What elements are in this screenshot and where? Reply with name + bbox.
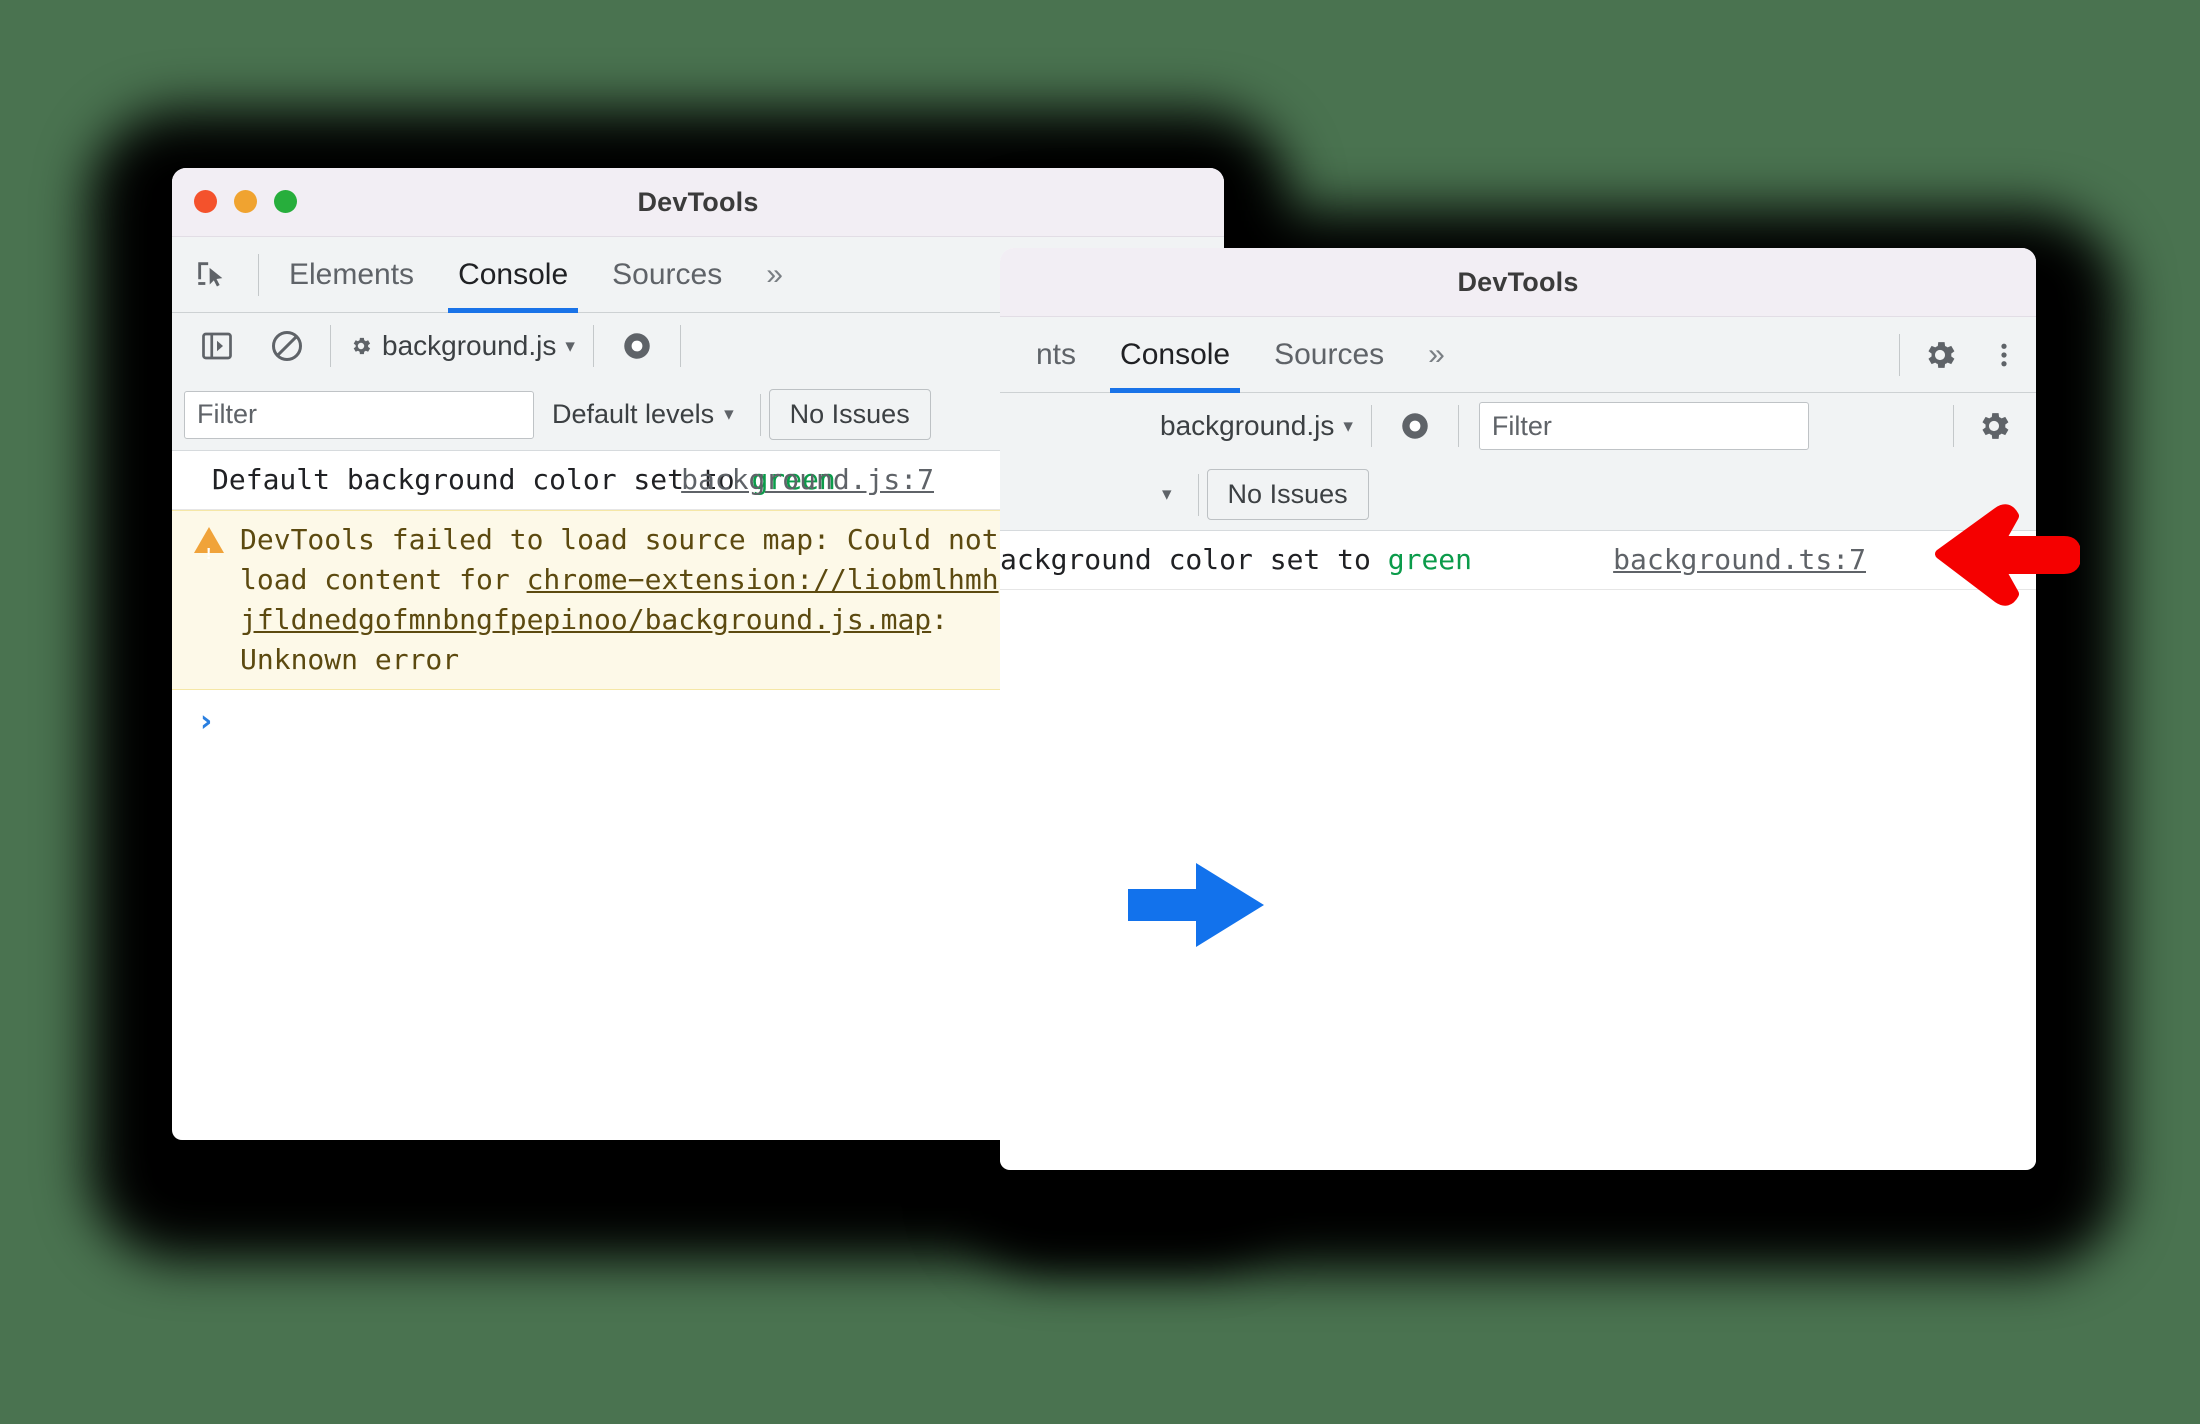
toolbar-divider <box>258 253 259 296</box>
console-toolbar-divider-2 <box>1457 405 1459 447</box>
log-level-selector[interactable]: ▾ <box>1162 483 1190 506</box>
tab-console[interactable]: Console <box>1098 317 1252 393</box>
source-map-link-part-2[interactable]: jfldnedgofmnbngfpepinoo/background.js.ma… <box>240 603 931 636</box>
clear-console-button[interactable] <box>252 313 322 379</box>
gear-small-icon <box>353 337 371 355</box>
log-text: Default background color set to <box>212 463 752 496</box>
tab-sources[interactable]: Sources <box>1252 317 1406 392</box>
gear-icon <box>1928 341 1955 368</box>
log-text: ackground color set to <box>1000 543 1388 576</box>
log-highlight: green <box>1387 543 1473 576</box>
red-arrow-right-window <box>1935 504 2080 606</box>
window-title: DevTools <box>1457 267 1579 297</box>
titlebar-right: DevTools <box>1000 248 2036 317</box>
console-toolbar-right: background.js ▾ Filter <box>1000 393 2036 459</box>
console-body-right: ackground color set to green background.… <box>1000 531 2036 1167</box>
devtools-window-right: DevTools nts Console Sources » backgroun… <box>1000 248 2036 1170</box>
tab-elements[interactable]: Elements <box>267 237 436 312</box>
filter-row-divider <box>1197 473 1199 516</box>
console-filter-input[interactable]: Filter <box>1478 402 1809 450</box>
chevron-down-icon: ▾ <box>565 335 575 357</box>
more-options-button[interactable] <box>1972 317 2036 392</box>
inspect-cursor-icon <box>198 261 223 286</box>
chevron-down-icon: ▾ <box>1162 484 1172 505</box>
toolbar-divider-right <box>1899 333 1900 376</box>
console-toolbar-divider-3 <box>679 325 681 367</box>
chevron-down-icon: ▾ <box>1343 415 1353 437</box>
console-filter-input[interactable]: Filter <box>184 390 534 439</box>
issues-button[interactable]: No Issues <box>1206 469 1369 520</box>
inspect-element-button[interactable] <box>172 237 250 312</box>
live-expression-button[interactable] <box>602 313 672 379</box>
filter-row-right: ▾ No Issues <box>1000 459 2036 531</box>
log-level-label: Default levels <box>552 399 715 429</box>
issues-button[interactable]: No Issues <box>768 389 931 440</box>
warning-triangle-icon <box>194 527 224 575</box>
source-link[interactable]: background.ts:7 <box>1613 540 1866 580</box>
warning-colon: : <box>931 603 949 636</box>
live-expression-eye-icon <box>624 333 650 359</box>
titlebar-left: DevTools <box>172 168 1224 237</box>
window-title: DevTools <box>637 187 759 217</box>
more-tabs-chevron-icon[interactable]: » <box>1406 317 1467 392</box>
console-sidebar-toggle-button[interactable] <box>182 313 252 379</box>
live-expression-eye-icon <box>1402 413 1428 439</box>
console-settings-button[interactable] <box>1962 393 2026 459</box>
console-toolbar-divider-1 <box>1370 405 1372 447</box>
execution-context-selector[interactable]: background.js ▾ <box>339 330 585 362</box>
tabstrip-right: nts Console Sources » <box>1000 317 2036 393</box>
panel-toggle-icon <box>202 332 232 360</box>
tab-sources[interactable]: Sources <box>590 237 744 312</box>
source-map-link-part-1[interactable]: chrome−extension://liobmlhmh <box>527 563 999 596</box>
console-toolbar-divider-3 <box>1953 405 1954 447</box>
warning-line-2-prefix: load content for <box>240 563 527 596</box>
source-link[interactable]: background.js:7 <box>681 460 934 500</box>
screenshot-stage: DevTools Elements Console Sources » back… <box>0 0 2200 1424</box>
console-toolbar-divider-1 <box>330 325 331 367</box>
gear-icon <box>1982 413 2009 439</box>
console-log-message[interactable]: ackground color set to green background.… <box>1000 531 2036 590</box>
blue-arrow-transition <box>1128 863 1264 947</box>
kebab-menu-icon <box>2001 343 2007 366</box>
tab-console[interactable]: Console <box>436 237 590 313</box>
console-toolbar-divider-2 <box>592 325 594 367</box>
tab-elements-truncated[interactable]: nts <box>1014 317 1098 392</box>
more-tabs-chevron-icon[interactable]: » <box>744 237 805 312</box>
console-prompt-caret-icon: › <box>200 704 213 739</box>
chevron-down-icon: ▾ <box>724 404 734 425</box>
execution-context-label: background.js <box>1160 410 1335 441</box>
execution-context-selector[interactable]: background.js ▾ <box>1160 410 1363 442</box>
execution-context-label: background.js <box>382 330 557 361</box>
clear-console-icon <box>272 331 302 361</box>
log-level-selector[interactable]: Default levels ▾ <box>534 399 752 430</box>
filter-row-divider <box>759 393 761 436</box>
live-expression-button[interactable] <box>1380 393 1450 459</box>
settings-button[interactable] <box>1908 317 1972 392</box>
